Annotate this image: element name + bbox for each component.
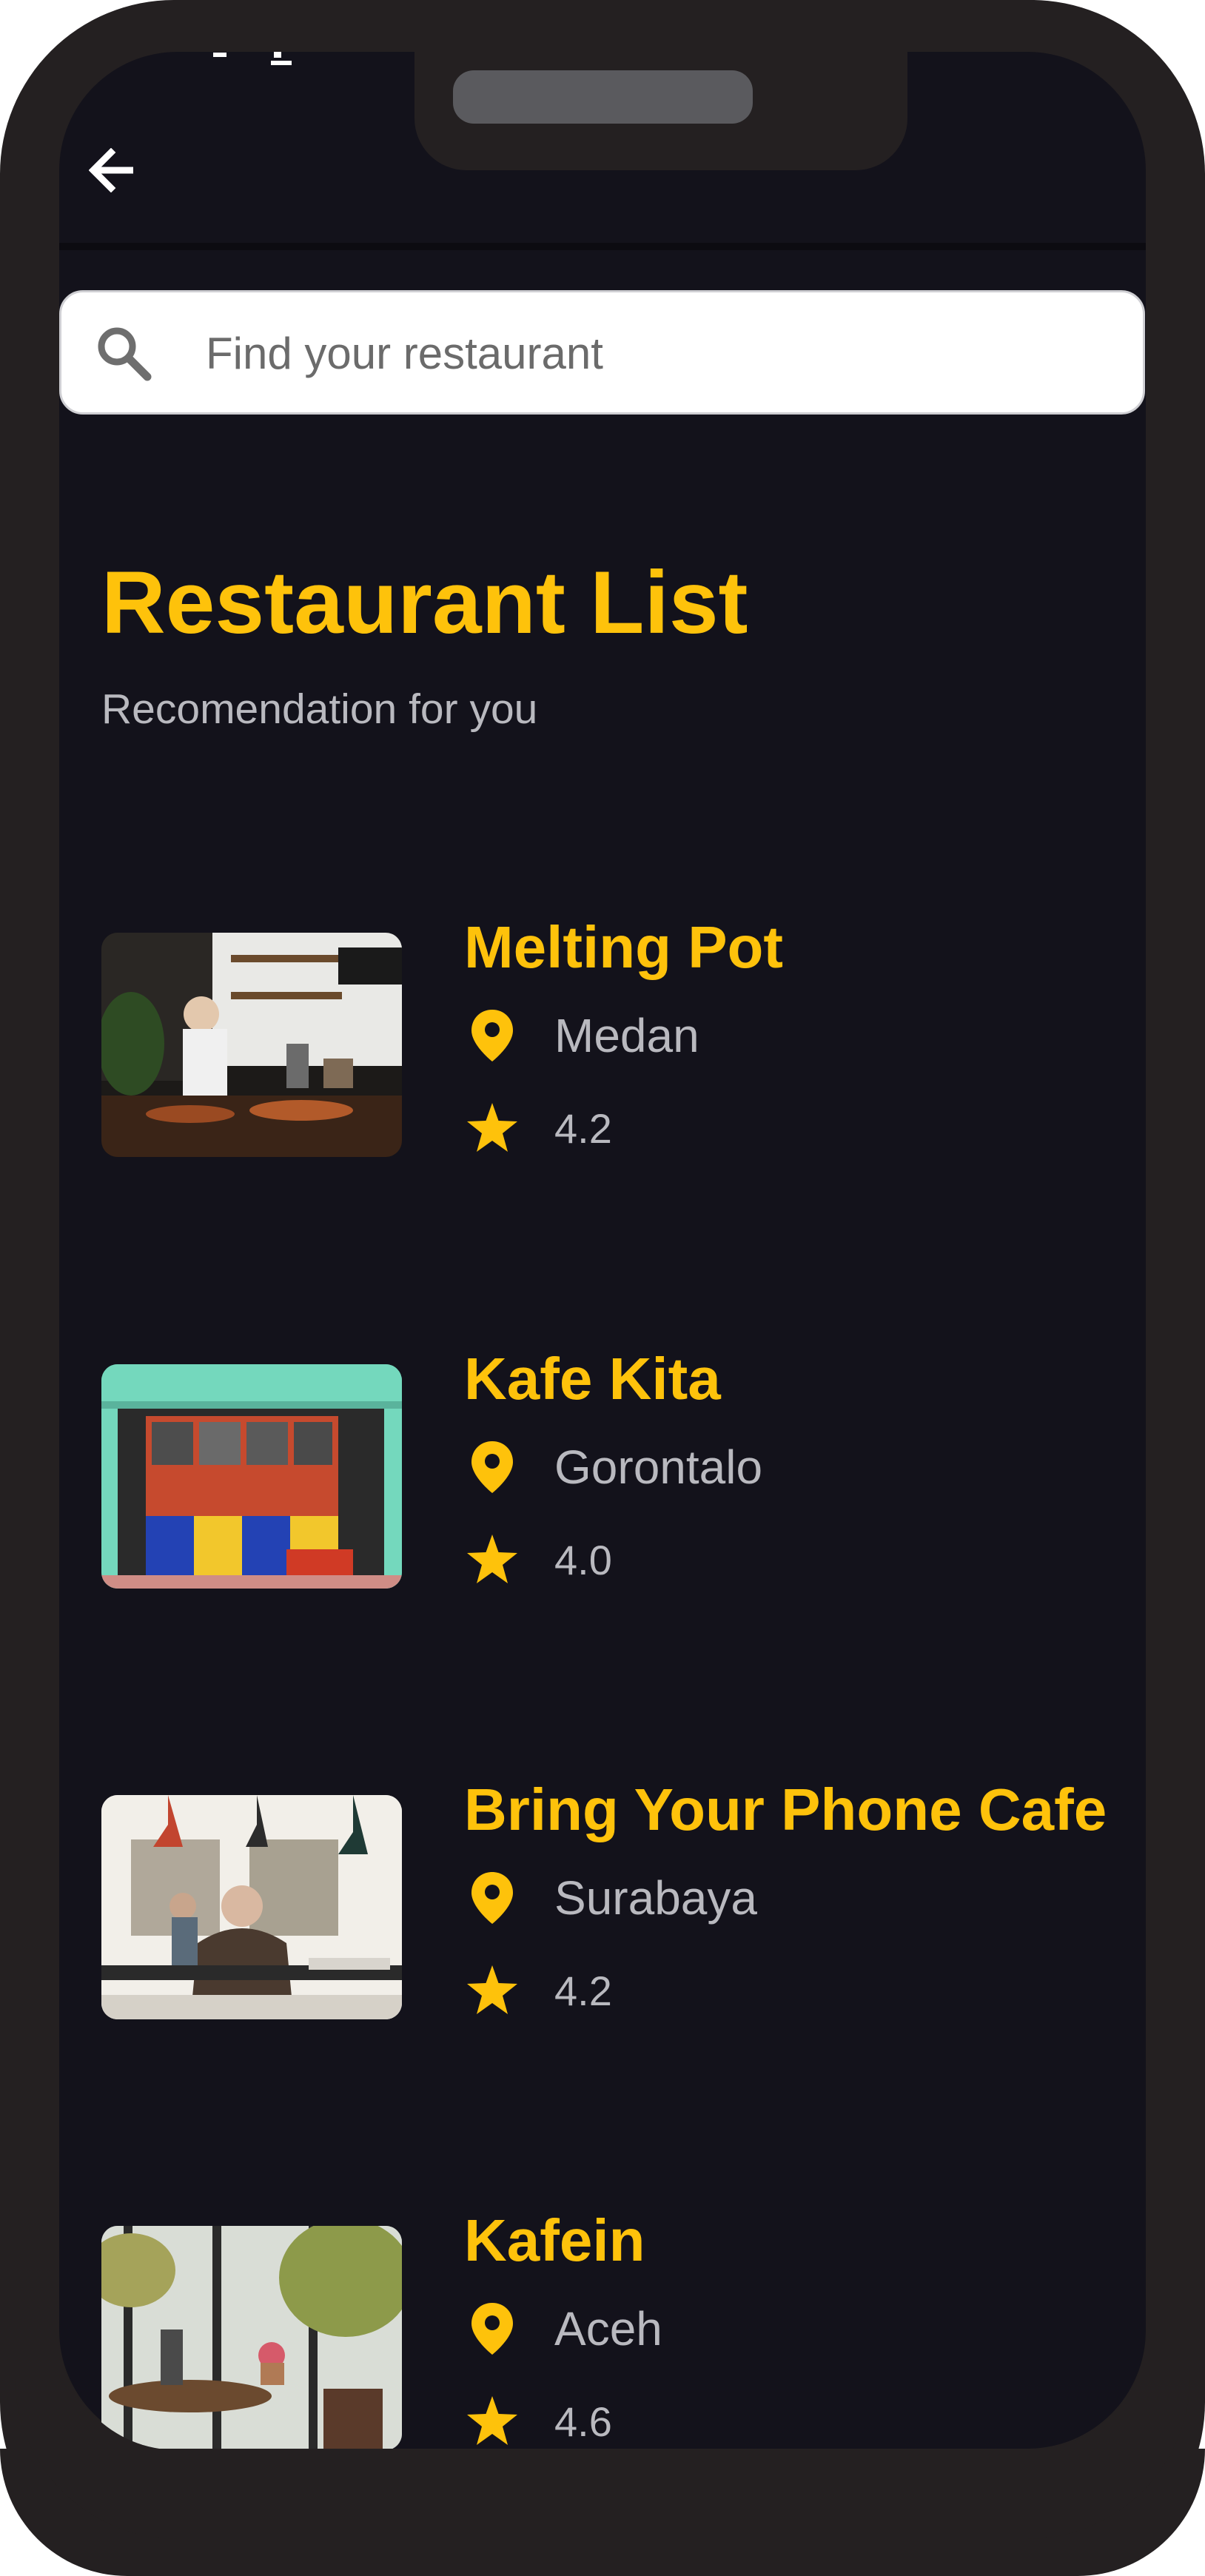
star-icon: [467, 1103, 517, 1152]
restaurant-city: Aceh: [554, 2302, 662, 2355]
speaker-grille: [453, 70, 753, 124]
restaurant-rating: 4.6: [554, 2398, 612, 2445]
arrow-left-icon: [89, 148, 133, 192]
star-icon: [467, 1965, 517, 2014]
restaurant-name: Kafe Kita: [464, 1346, 721, 1412]
restaurant-card[interactable]: Melting Pot Medan 4.2: [101, 914, 1064, 1162]
restaurant-city: Gorontalo: [554, 1440, 763, 1494]
restaurant-card[interactable]: Kafein Aceh 4.6: [101, 2207, 1064, 2455]
restaurant-city: Surabaya: [554, 1871, 757, 1925]
search-icon: [98, 327, 152, 381]
restaurant-card[interactable]: Kafe Kita Gorontalo 4.0: [101, 1346, 1064, 1594]
restaurant-image: [101, 1795, 402, 2019]
restaurant-name: Kafein: [464, 2207, 645, 2273]
map-pin-icon: [471, 1010, 513, 1061]
restaurant-image: [101, 1364, 402, 1589]
restaurant-card[interactable]: Bring Your Phone Cafe Surabaya 4.2: [101, 1777, 1107, 2025]
restaurant-name: Bring Your Phone Cafe: [464, 1777, 1107, 1842]
page-title: Restaurant List: [101, 553, 748, 652]
search-bar[interactable]: [59, 290, 1145, 415]
restaurant-image: [101, 2226, 402, 2450]
restaurant-rating: 4.0: [554, 1537, 612, 1583]
map-pin-icon: [471, 1872, 513, 1924]
restaurant-image: [101, 933, 402, 1157]
restaurant-rating: 4.2: [554, 1968, 612, 2014]
page-subtitle: Recomendation for you: [101, 685, 538, 733]
star-icon: [467, 2396, 517, 2445]
bottom-bezel: [0, 2449, 1205, 2576]
restaurant-city: Medan: [554, 1009, 699, 1062]
search-input[interactable]: [206, 315, 1094, 392]
restaurant-name: Melting Pot: [464, 914, 784, 980]
phone-frame: Restaurant List Recomendation for you: [0, 0, 1205, 2576]
map-pin-icon: [471, 1441, 513, 1493]
map-pin-icon: [471, 2303, 513, 2355]
back-button[interactable]: [74, 126, 155, 207]
restaurant-rating: 4.2: [554, 1105, 612, 1152]
star-icon: [467, 1534, 517, 1583]
